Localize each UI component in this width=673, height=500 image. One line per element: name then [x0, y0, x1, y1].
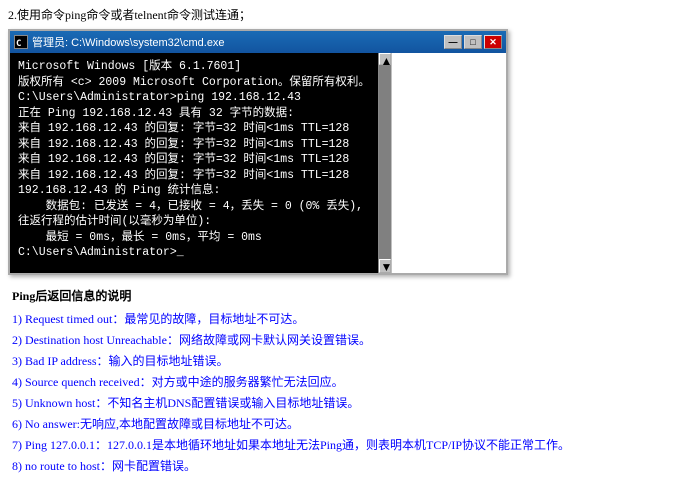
ping-item-6: 6) No answer:无响应,本地配置故障或目标地址不可达。: [12, 415, 661, 433]
page-container: 2.使用命令ping命令或者telnent命令测试连通； C 管理员: C:\W…: [0, 0, 673, 486]
cmd-title-buttons: — □ ✕: [444, 35, 502, 49]
cmd-close-button[interactable]: ✕: [484, 35, 502, 49]
ping-section: Ping后返回信息的说明 1) Request timed out：最常见的故障…: [8, 285, 665, 480]
ping-explanation-title: Ping后返回信息的说明: [12, 287, 661, 304]
cmd-line-9: 来自 192.168.12.43 的回复: 字节=32 时间<1ms TTL=1…: [18, 168, 370, 184]
cmd-titlebar: C 管理员: C:\Windows\system32\cmd.exe — □ ✕: [10, 31, 506, 53]
cmd-line-5: 正在 Ping 192.168.12.43 具有 32 字节的数据:: [18, 106, 370, 122]
cmd-scrollbar[interactable]: ▲ ▼: [378, 53, 392, 273]
cmd-line-12: 数据包: 已发送 = 4，已接收 = 4，丢失 = 0 (0% 丢失),: [18, 199, 370, 215]
cmd-line-13: 往返行程的估计时间(以毫秒为单位):: [18, 214, 370, 230]
ping-item-2: 2) Destination host Unreachable：网络故障或网卡默…: [12, 331, 661, 349]
ping-item-7: 7) Ping 127.0.0.1：127.0.0.1是本地循环地址如果本地址无…: [12, 436, 661, 454]
cmd-body[interactable]: Microsoft Windows [版本 6.1.7601]版权所有 <c> …: [10, 53, 378, 273]
cmd-line-14: 最短 = 0ms，最长 = 0ms，平均 = 0ms: [18, 230, 370, 246]
svg-text:C: C: [16, 39, 21, 48]
cmd-wrapper: Microsoft Windows [版本 6.1.7601]版权所有 <c> …: [10, 53, 506, 273]
cmd-window-icon: C: [14, 35, 28, 49]
cmd-maximize-button[interactable]: □: [464, 35, 482, 49]
cmd-line-7: 来自 192.168.12.43 的回复: 字节=32 时间<1ms TTL=1…: [18, 137, 370, 153]
cmd-title-left: C 管理员: C:\Windows\system32\cmd.exe: [14, 34, 225, 50]
ping-item-5: 5) Unknown host：不知名主机DNS配置错误或输入目标地址错误。: [12, 394, 661, 412]
cmd-line-11: 192.168.12.43 的 Ping 统计信息:: [18, 183, 370, 199]
ping-item-3: 3) Bad IP address：输入的目标地址错误。: [12, 352, 661, 370]
cmd-line-16: C:\Users\Administrator>_: [18, 245, 370, 261]
cmd-title-text: 管理员: C:\Windows\system32\cmd.exe: [32, 34, 225, 50]
cmd-line-6: 来自 192.168.12.43 的回复: 字节=32 时间<1ms TTL=1…: [18, 121, 370, 137]
cmd-line-8: 来自 192.168.12.43 的回复: 字节=32 时间<1ms TTL=1…: [18, 152, 370, 168]
cmd-line-3: C:\Users\Administrator>ping 192.168.12.4…: [18, 90, 370, 106]
instruction-text: 2.使用命令ping命令或者telnent命令测试连通；: [8, 6, 665, 23]
ping-item-4: 4) Source quench received：对方或中途的服务器繁忙无法回…: [12, 373, 661, 391]
ping-item-1: 1) Request timed out：最常见的故障，目标地址不可达。: [12, 310, 661, 328]
cmd-minimize-button[interactable]: —: [444, 35, 462, 49]
cmd-line-0: Microsoft Windows [版本 6.1.7601]: [18, 59, 370, 75]
ping-item-8: 8) no route to host：网卡配置错误。: [12, 457, 661, 475]
cmd-window: C 管理员: C:\Windows\system32\cmd.exe — □ ✕…: [8, 29, 508, 275]
cmd-line-1: 版权所有 <c> 2009 Microsoft Corporation。保留所有…: [18, 75, 370, 91]
ping-items-list: 1) Request timed out：最常见的故障，目标地址不可达。 2) D…: [12, 310, 661, 475]
